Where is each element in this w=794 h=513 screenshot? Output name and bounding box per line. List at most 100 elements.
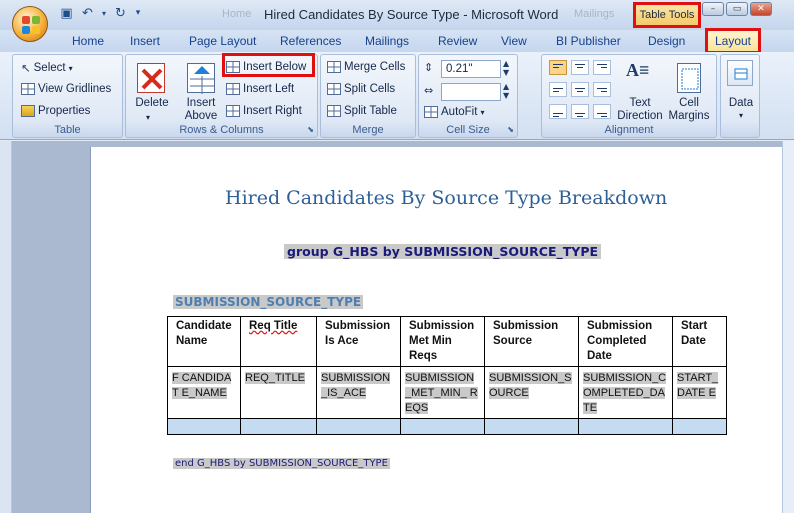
row-height-spinner-icon[interactable]: ▲ ▼ [503, 59, 509, 77]
merge-cells-button[interactable]: Merge Cells [327, 61, 405, 73]
minimize-icon[interactable]: – [702, 2, 724, 16]
split-table-button[interactable]: Split Table [327, 105, 397, 117]
tab-bi-publisher[interactable]: BI Publisher [556, 34, 621, 48]
text-direction-label-2[interactable]: Direction [614, 110, 666, 123]
header-cell[interactable]: Submission Completed Date [578, 316, 673, 367]
header-cell[interactable]: Submission Source [484, 316, 579, 367]
section-field[interactable]: SUBMISSION_SOURCE_TYPE [173, 295, 364, 309]
align-bottom-center-button[interactable] [571, 104, 589, 119]
empty-cell[interactable] [672, 418, 727, 435]
empty-cell[interactable] [578, 418, 673, 435]
header-cell[interactable]: Candidate Name [167, 316, 241, 367]
tab-review[interactable]: Review [438, 34, 477, 48]
group-field[interactable]: group G_HBS by SUBMISSION_SOURCE_TYPE [284, 244, 602, 259]
redo-icon[interactable]: ↻ [112, 5, 129, 22]
dialog-launcher-icon[interactable]: ⬊ [307, 125, 314, 134]
quick-access-toolbar: ▣ ↶ ▾ ↻ ▾ [58, 5, 143, 22]
header-cell[interactable]: Start Date [672, 316, 727, 367]
align-center-right-button[interactable] [593, 82, 611, 97]
window-controls: – ▭ ✕ [702, 2, 772, 16]
insert-right-icon [226, 105, 240, 117]
tab-home[interactable]: Home [72, 34, 104, 48]
tab-layout[interactable]: Layout [705, 28, 761, 54]
empty-cell[interactable] [240, 418, 317, 435]
field-cell[interactable]: F CANDIDAT E_NAME [167, 366, 241, 419]
vertical-ruler [0, 141, 12, 513]
maximize-icon[interactable]: ▭ [726, 2, 748, 16]
group-label: Merge [352, 124, 384, 136]
table-group: ↖ Select ▾ View Gridlines Properties Tab… [12, 54, 123, 138]
header-cell[interactable]: Submission Met Min Reqs [400, 316, 485, 367]
column-width-input[interactable] [441, 83, 501, 101]
field-cell[interactable]: SUBMISSION_C OMPLETED_DA TE [578, 366, 673, 419]
row-height-icon: ⇕ [424, 61, 434, 74]
split-cells-button[interactable]: Split Cells [327, 83, 395, 95]
properties-button[interactable]: Properties [21, 105, 90, 117]
align-bottom-left-button[interactable] [549, 104, 567, 119]
dialog-launcher-icon[interactable]: ⬊ [507, 125, 514, 134]
header-cell[interactable]: Req Title [240, 316, 317, 367]
tab-references[interactable]: References [280, 34, 341, 48]
row-height-input[interactable]: 0.21" [441, 60, 501, 78]
field-cell[interactable]: SUBMISSION _IS_ACE [316, 366, 401, 419]
close-icon[interactable]: ✕ [750, 2, 772, 16]
tab-view[interactable]: View [501, 34, 527, 48]
group-label: Table [54, 124, 81, 136]
window-title: Hired Candidates By Source Type - Micros… [264, 7, 559, 22]
select-button[interactable]: ↖ Select ▾ [21, 61, 73, 75]
merge-cells-icon [327, 61, 341, 73]
tab-mailings[interactable]: Mailings [365, 34, 409, 48]
empty-cell[interactable] [400, 418, 485, 435]
field-cell[interactable]: START_ DATE E [672, 366, 727, 419]
delete-button[interactable]: Delete [134, 97, 170, 110]
insert-above-icon[interactable] [187, 63, 215, 94]
field-cell[interactable]: SUBMISSION _MET_MIN_ REQS [400, 366, 485, 419]
text-direction-label-1[interactable]: Text [614, 97, 666, 110]
data-group: Data ▾ [720, 54, 760, 138]
vertical-scrollbar[interactable] [782, 141, 794, 513]
customize-qat-icon[interactable]: ▾ [133, 5, 143, 22]
empty-cell[interactable] [484, 418, 579, 435]
insert-above-label-1[interactable]: Insert [181, 97, 221, 110]
tab-page-layout[interactable]: Page Layout [189, 34, 256, 48]
tab-insert[interactable]: Insert [130, 34, 160, 48]
cell-margins-label-2[interactable]: Margins [666, 110, 712, 123]
autofit-button[interactable]: AutoFit ▾ [424, 106, 484, 118]
insert-above-label-2[interactable]: Above [181, 110, 221, 123]
align-top-right-button[interactable] [593, 60, 611, 75]
insert-left-icon [226, 83, 240, 95]
end-group-field[interactable]: end G_HBS by SUBMISSION_SOURCE_TYPE [173, 458, 390, 469]
align-center-button[interactable] [571, 82, 589, 97]
align-center-left-button[interactable] [549, 82, 567, 97]
tab-design[interactable]: Design [648, 34, 685, 48]
insert-left-button[interactable]: Insert Left [226, 83, 294, 95]
report-table[interactable]: Candidate Name Req Title Submission Is A… [167, 316, 727, 435]
ghost-tab-text: Mailings [574, 8, 615, 20]
save-icon[interactable]: ▣ [58, 5, 75, 22]
dropdown-icon[interactable]: ▾ [100, 5, 108, 22]
align-top-left-button[interactable] [549, 60, 567, 75]
group-label: Rows & Columns [179, 124, 264, 136]
cell-size-group: ⇕ 0.21" ▲ ▼ ⇔ ▲ ▼ AutoFit ▾ Cell Size ⬊ [418, 54, 518, 138]
align-bottom-right-button[interactable] [593, 104, 611, 119]
header-cell[interactable]: Submission Is Ace [316, 316, 401, 367]
cell-margins-icon[interactable] [677, 63, 701, 93]
office-button[interactable] [12, 6, 48, 42]
delete-table-icon[interactable] [137, 63, 165, 93]
empty-cell[interactable] [316, 418, 401, 435]
ribbon-tab-row: Home Insert Page Layout References Maili… [0, 28, 794, 54]
field-cell[interactable]: REQ_TITLE [240, 366, 317, 419]
undo-icon[interactable]: ↶ [79, 5, 96, 22]
merge-group: Merge Cells Split Cells Split Table Merg… [320, 54, 416, 138]
insert-right-button[interactable]: Insert Right [226, 105, 302, 117]
view-gridlines-button[interactable]: View Gridlines [21, 83, 111, 95]
office-logo-icon [22, 16, 40, 34]
empty-cell[interactable] [167, 418, 241, 435]
dropdown-icon: ▾ [146, 113, 151, 122]
cell-margins-label-1[interactable]: Cell [666, 97, 712, 110]
align-top-center-button[interactable] [571, 60, 589, 75]
field-cell[interactable]: SUBMISSION_S OURCE [484, 366, 579, 419]
column-width-spinner-icon[interactable]: ▲ ▼ [503, 82, 509, 100]
data-icon[interactable] [727, 60, 753, 86]
text-direction-icon[interactable]: A≡ [626, 60, 649, 81]
